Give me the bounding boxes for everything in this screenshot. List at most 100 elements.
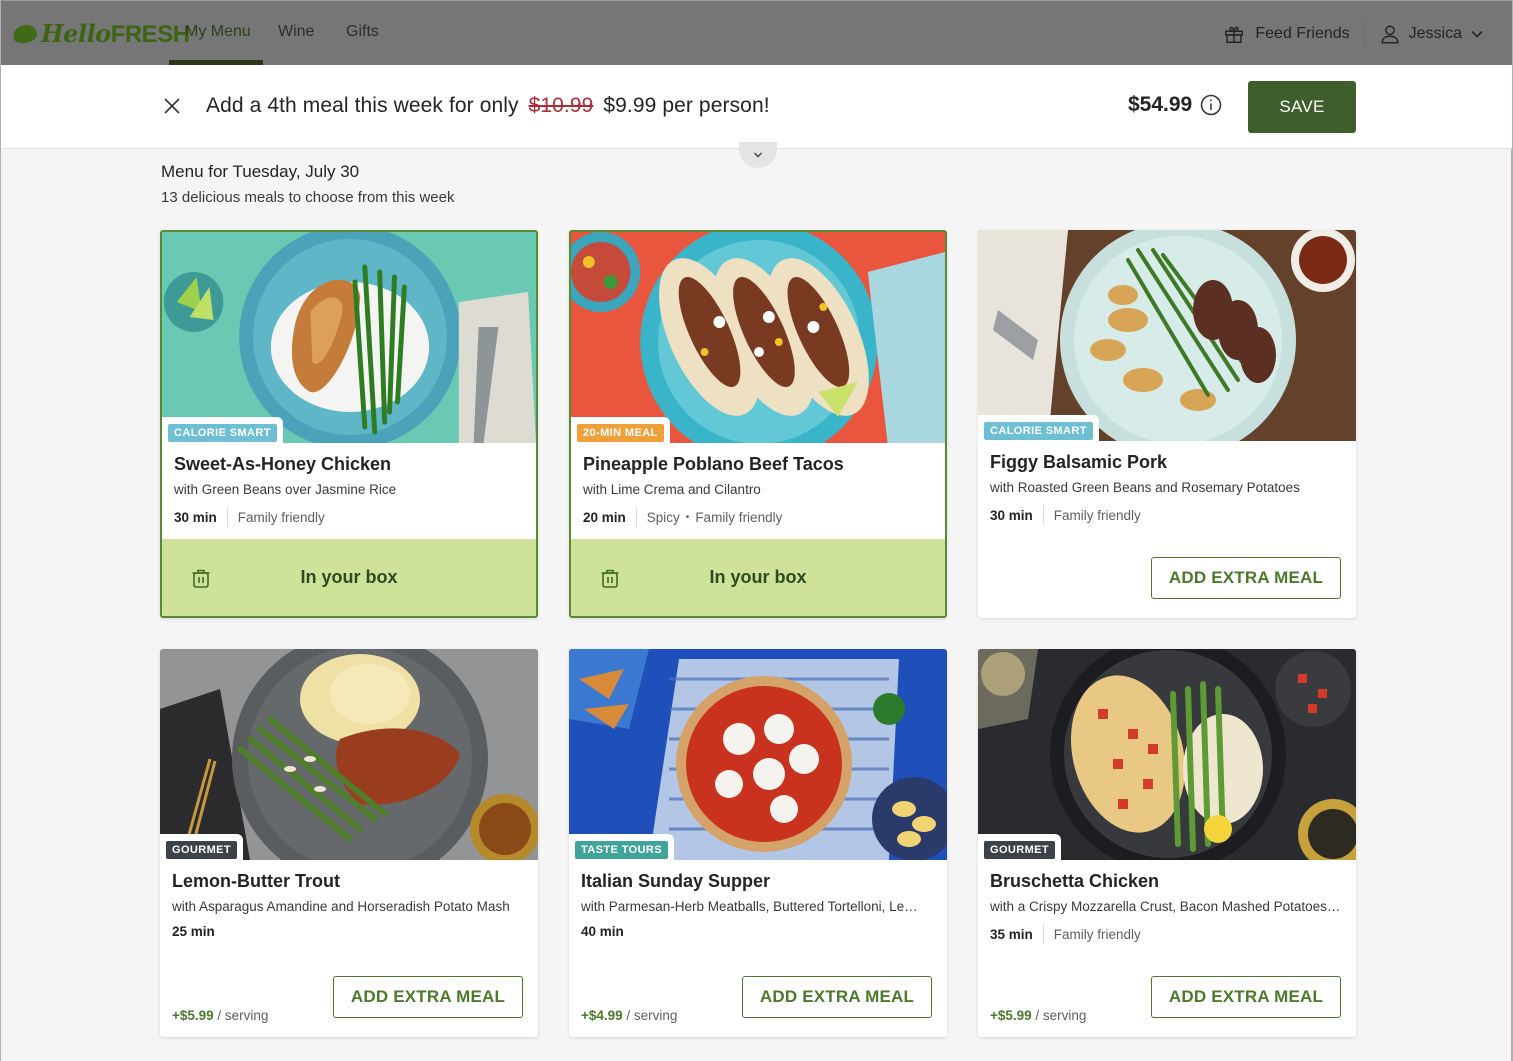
meal-subtitle: with Roasted Green Beans and Rosemary Po… <box>990 480 1300 495</box>
extra-price: +$4.99 / serving <box>581 1008 677 1023</box>
meal-tag: Spicy <box>646 509 680 525</box>
extra-price: +$5.99 / serving <box>172 1008 268 1023</box>
meal-title[interactable]: Bruschetta Chicken <box>990 871 1159 892</box>
menu-subtitle: 13 delicious meals to choose from this w… <box>161 189 455 206</box>
add-extra-meal-button[interactable]: ADD EXTRA MEAL <box>1151 557 1341 599</box>
close-icon[interactable] <box>161 95 183 117</box>
feed-friends-label: Feed Friends <box>1255 25 1350 42</box>
meal-tags: Family friendly <box>1054 508 1141 523</box>
meal-tag: Family friendly <box>1053 926 1141 942</box>
trash-icon[interactable] <box>190 567 212 589</box>
meal-time: 30 min <box>990 507 1033 523</box>
meal-badge: GOURMET <box>166 841 238 859</box>
meal-title[interactable]: Italian Sunday Supper <box>581 871 770 892</box>
hellofresh-logo[interactable]: HelloFRESH <box>11 19 190 49</box>
in-your-box-label: In your box <box>300 567 398 587</box>
badge-container: GOURMET <box>160 834 244 863</box>
trout-asparagus-image[interactable] <box>160 649 538 860</box>
trash-icon[interactable] <box>599 567 621 589</box>
badge-container: CALORIE SMART <box>162 417 283 446</box>
meal-meta: 30 min Family friendly <box>174 507 325 527</box>
price-unit: / serving <box>1031 1008 1087 1023</box>
chevron-down-icon <box>1471 30 1483 38</box>
meal-title[interactable]: Sweet-As-Honey Chicken <box>174 454 391 475</box>
meal-subtitle: with Asparagus Amandine and Horseradish … <box>172 899 510 914</box>
meal-badge: CALORIE SMART <box>168 424 277 442</box>
gift-icon <box>1225 26 1244 43</box>
feed-friends-link[interactable]: Feed Friends <box>1223 23 1350 45</box>
meal-badge: GOURMET <box>984 841 1056 859</box>
meal-tag: Family friendly <box>1053 507 1141 523</box>
old-price: $10.99 <box>528 94 594 117</box>
user-menu[interactable]: Jessica <box>1379 23 1484 45</box>
meal-meta: 40 min <box>581 924 624 939</box>
meal-card[interactable]: CALORIE SMART Figgy Balsamic Pork with R… <box>978 230 1356 618</box>
top-navigation: HelloFRESH My Menu Wine Gifts Feed Frien… <box>1 0 1512 65</box>
in-your-box-bar: In your box <box>162 539 536 616</box>
promo-prefix: Add a 4th meal this week for only <box>206 94 519 117</box>
meal-tags: Family friendly <box>1054 927 1141 942</box>
meal-card[interactable]: TASTE TOURS Italian Sunday Supper with P… <box>569 649 947 1037</box>
add-extra-meal-button[interactable]: ADD EXTRA MEAL <box>742 976 932 1018</box>
add-extra-meal-button[interactable]: ADD EXTRA MEAL <box>1151 976 1341 1018</box>
meal-card[interactable]: GOURMET Bruschetta Chicken with a Crispy… <box>978 649 1356 1037</box>
chevron-down-icon <box>754 152 762 158</box>
meal-title[interactable]: Figgy Balsamic Pork <box>990 452 1167 473</box>
meal-tag: Family friendly <box>237 509 325 525</box>
nav-my-menu[interactable]: My Menu <box>185 23 251 41</box>
bruschetta-chicken-image[interactable] <box>978 649 1356 860</box>
meta-divider <box>635 507 637 527</box>
meal-badge: TASTE TOURS <box>575 841 668 859</box>
add-extra-meal-button[interactable]: ADD EXTRA MEAL <box>333 976 523 1018</box>
meta-divider <box>1042 505 1044 525</box>
meal-time: 25 min <box>172 924 215 939</box>
nav-wine[interactable]: Wine <box>278 23 314 41</box>
meal-meta: 20 min Spicy • Family friendly <box>583 507 782 527</box>
in-your-box-bar: In your box <box>571 539 945 616</box>
meal-card[interactable]: CALORIE SMART Sweet-As-Honey Chicken wit… <box>160 230 538 618</box>
meal-tag: Family friendly <box>695 509 783 525</box>
meal-card[interactable]: GOURMET Lemon-Butter Trout with Asparagu… <box>160 649 538 1037</box>
meal-time: 35 min <box>990 926 1033 942</box>
meal-badge: 20-MIN MEAL <box>577 424 664 442</box>
info-icon[interactable] <box>1200 94 1222 116</box>
meal-meta: 30 min Family friendly <box>990 505 1141 525</box>
meal-title[interactable]: Lemon-Butter Trout <box>172 871 340 892</box>
extra-price-value: +$5.99 <box>172 1008 214 1023</box>
extra-price-value: +$4.99 <box>581 1008 623 1023</box>
nav-gifts[interactable]: Gifts <box>346 23 379 41</box>
meal-subtitle: with a Crispy Mozzarella Crust, Bacon Ma… <box>990 899 1341 914</box>
in-your-box-label: In your box <box>709 567 807 587</box>
badge-container: TASTE TOURS <box>569 834 674 863</box>
badge-container: 20-MIN MEAL <box>571 417 670 446</box>
meta-divider <box>226 507 228 527</box>
save-button[interactable]: SAVE <box>1248 81 1356 133</box>
nav-divider <box>1363 21 1365 47</box>
extra-price-value: +$5.99 <box>990 1008 1032 1023</box>
meal-meta: 25 min <box>172 924 215 939</box>
promo-banner: Add a 4th meal this week for only $10.99… <box>1 65 1512 149</box>
meal-subtitle: with Green Beans over Jasmine Rice <box>174 482 397 497</box>
user-name: Jessica <box>1408 25 1462 42</box>
price-unit: / serving <box>213 1008 269 1023</box>
beef-tacos-image[interactable] <box>571 232 945 443</box>
meal-card[interactable]: 20-MIN MEAL Pineapple Poblano Beef Tacos… <box>569 230 947 618</box>
meal-time: 20 min <box>583 509 626 525</box>
meal-subtitle: with Parmesan-Herb Meatballs, Buttered T… <box>581 899 918 914</box>
price-unit: / serving <box>622 1008 678 1023</box>
tag-separator: • <box>685 511 690 523</box>
meatballs-tortelloni-image[interactable] <box>569 649 947 860</box>
menu-title: Menu for Tuesday, July 30 <box>161 162 360 181</box>
order-total-value: $54.99 <box>1128 93 1193 116</box>
logo-text: HelloFRESH <box>41 19 190 48</box>
meal-time: 40 min <box>581 924 624 939</box>
meal-badge: CALORIE SMART <box>984 422 1093 440</box>
promo-new-price: $9.99 per person! <box>603 94 770 117</box>
extra-price: +$5.99 / serving <box>990 1008 1086 1023</box>
chicken-rice-green-beans-image[interactable] <box>162 232 536 443</box>
meal-title[interactable]: Pineapple Poblano Beef Tacos <box>583 454 844 475</box>
meal-meta: 35 min Family friendly <box>990 924 1141 944</box>
expand-toggle[interactable] <box>739 142 777 168</box>
balsamic-pork-image[interactable] <box>978 230 1356 441</box>
badge-container: GOURMET <box>978 834 1062 863</box>
